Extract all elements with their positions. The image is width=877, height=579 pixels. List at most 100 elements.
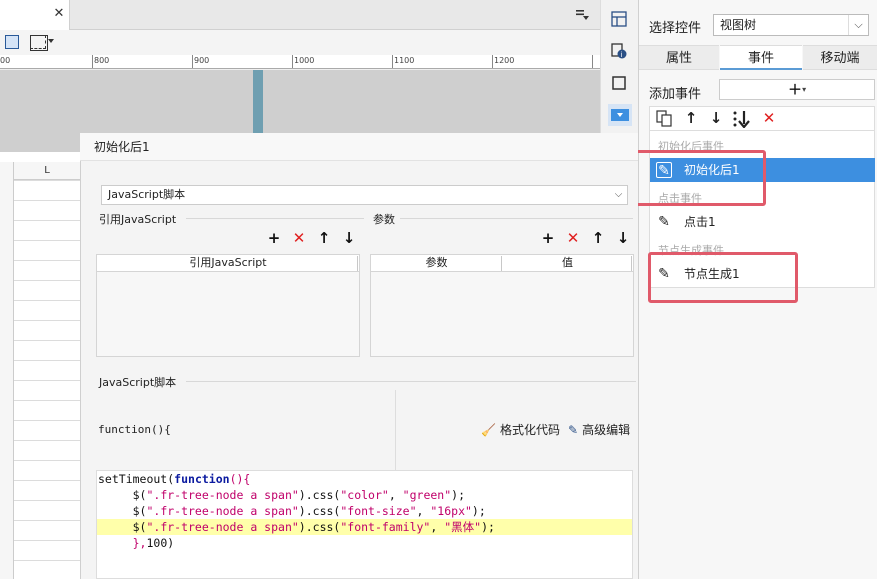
code-token: "黑体" bbox=[444, 520, 482, 534]
chevron-down-icon[interactable]: ⌵ bbox=[848, 15, 868, 35]
frame-icon[interactable] bbox=[611, 75, 627, 91]
event-type-select[interactable]: JavaScript脚本 bbox=[101, 185, 628, 205]
code-line[interactable]: $(".fr-tree-node a span").css("color", "… bbox=[97, 487, 632, 503]
delete-icon[interactable]: ✕ bbox=[565, 230, 581, 246]
delete-icon[interactable]: ✕ bbox=[291, 230, 307, 246]
code-token: function bbox=[174, 472, 230, 486]
tab-bar bbox=[0, 0, 600, 30]
widget-select[interactable]: 视图树 bbox=[713, 14, 869, 36]
add-event-label: 添加事件 bbox=[649, 87, 702, 102]
ref-js-table[interactable]: 引用JavaScript bbox=[96, 254, 360, 357]
widget-info-icon[interactable]: i bbox=[611, 43, 627, 59]
arrow-up-icon[interactable]: ↑ bbox=[316, 230, 332, 246]
close-icon[interactable]: ✕ bbox=[52, 7, 66, 21]
event-item-label: 点击1 bbox=[684, 215, 716, 229]
param-section-title: 参数 bbox=[373, 213, 395, 226]
code-token: , bbox=[430, 520, 445, 534]
code-line[interactable]: $(".fr-tree-node a span").css("font-size… bbox=[97, 503, 632, 519]
code-token: "16px" bbox=[430, 504, 472, 518]
border-icon[interactable] bbox=[30, 35, 48, 51]
code-token: "color" bbox=[340, 488, 389, 502]
select-widget-label: 选择控件 bbox=[649, 21, 702, 36]
script-section-title: JavaScript脚本 bbox=[99, 376, 177, 389]
ruler-label: 800 bbox=[94, 56, 110, 65]
arrow-down-icon[interactable]: ↓ bbox=[707, 109, 725, 127]
edit-icon: ✎ bbox=[568, 423, 579, 437]
arrow-down-icon[interactable]: ↓ bbox=[341, 230, 357, 246]
code-token: ".fr-tree-node a span" bbox=[146, 488, 299, 502]
delete-icon[interactable]: ✕ bbox=[760, 109, 778, 127]
ruler-label: 1100 bbox=[394, 56, 415, 65]
code-token: 100) bbox=[146, 536, 175, 550]
chevron-down-icon[interactable]: ⌵ bbox=[610, 186, 627, 204]
tab-properties[interactable]: 属性 bbox=[639, 45, 719, 70]
dialog-title: 初始化后1 bbox=[80, 133, 638, 161]
broom-icon: 🧹 bbox=[481, 423, 496, 437]
move-bottom-icon[interactable] bbox=[732, 110, 752, 128]
code-token: }, bbox=[98, 536, 147, 550]
canvas-column-marker bbox=[253, 70, 263, 133]
tab-mobile[interactable]: 移动端 bbox=[803, 45, 877, 70]
code-line[interactable]: $(".fr-tree-node a span").css("font-fami… bbox=[97, 519, 632, 535]
chevron-down-icon: ▾ bbox=[802, 85, 807, 94]
tab-menu-icon[interactable] bbox=[574, 8, 590, 22]
code-line[interactable]: },100) bbox=[97, 535, 632, 551]
copy-icon[interactable] bbox=[656, 110, 673, 127]
advanced-edit-button[interactable]: ✎ 高级编辑 bbox=[568, 421, 630, 438]
code-token: $( bbox=[98, 488, 147, 502]
code-token: ".fr-tree-node a span" bbox=[146, 504, 299, 518]
arrow-up-icon[interactable]: ↑ bbox=[590, 230, 606, 246]
chevron-down-icon[interactable] bbox=[48, 39, 54, 43]
plus-icon: + bbox=[787, 79, 803, 100]
dropdown-widget-icon[interactable] bbox=[608, 104, 632, 126]
add-icon[interactable]: + bbox=[540, 230, 556, 246]
param-table[interactable]: 参数 值 bbox=[370, 254, 634, 357]
ruler-label: 00 bbox=[0, 56, 11, 65]
event-item-click[interactable]: ✎ 点击1 bbox=[650, 210, 875, 234]
edit-icon[interactable]: ✎ bbox=[656, 214, 672, 230]
code-token: ); bbox=[481, 520, 495, 534]
code-token: (){ bbox=[229, 472, 251, 486]
format-code-button[interactable]: 🧹 格式化代码 bbox=[481, 421, 560, 438]
arrow-down-icon[interactable]: ↓ bbox=[615, 230, 631, 246]
arrow-up-icon[interactable]: ↑ bbox=[682, 109, 700, 127]
ruler-label: 1000 bbox=[294, 56, 315, 65]
add-event-button[interactable]: +▾ bbox=[719, 79, 875, 100]
code-token: "green" bbox=[402, 488, 452, 502]
column-header: 引用JavaScript bbox=[97, 255, 359, 272]
row-header bbox=[0, 162, 14, 579]
code-token: $( bbox=[98, 504, 147, 518]
code-token: ".fr-tree-node a span" bbox=[146, 520, 299, 534]
tab-events[interactable]: 事件 bbox=[720, 45, 802, 70]
code-token: , bbox=[388, 488, 403, 502]
layout-icon[interactable] bbox=[611, 11, 627, 27]
column-header: 参数 bbox=[371, 255, 502, 272]
column-header: 值 bbox=[502, 255, 633, 272]
ref-js-section-title: 引用JavaScript bbox=[99, 213, 177, 226]
ruler-label: 900 bbox=[194, 56, 210, 65]
format-toolbar bbox=[0, 30, 600, 55]
svg-text:i: i bbox=[621, 51, 623, 59]
code-token: , bbox=[416, 504, 431, 518]
advanced-edit-label: 高级编辑 bbox=[582, 423, 631, 437]
column-header[interactable]: L bbox=[14, 162, 80, 180]
code-editor[interactable]: setTimeout(function(){ $(".fr-tree-node … bbox=[96, 470, 633, 579]
code-token: "font-size" bbox=[340, 504, 417, 518]
code-token: setTimeout( bbox=[98, 472, 175, 486]
code-token: ).css( bbox=[298, 488, 341, 502]
horizontal-ruler: 00 800 900 1000 1100 1200 bbox=[0, 55, 600, 69]
add-icon[interactable]: + bbox=[266, 230, 282, 246]
code-token: $( bbox=[98, 520, 147, 534]
code-token: "font-family" bbox=[340, 520, 431, 534]
ruler-label: 1200 bbox=[494, 56, 515, 65]
function-signature: function(){ bbox=[98, 423, 171, 436]
code-token: ).css( bbox=[298, 520, 341, 534]
annotation-highlight-box bbox=[622, 150, 766, 206]
format-code-label: 格式化代码 bbox=[499, 423, 560, 437]
annotation-highlight-box bbox=[648, 252, 798, 303]
code-token: ).css( bbox=[298, 504, 341, 518]
grid-icon[interactable] bbox=[5, 35, 19, 49]
code-token: ); bbox=[471, 504, 486, 518]
code-token: ); bbox=[451, 488, 465, 502]
code-line[interactable]: setTimeout(function(){ bbox=[97, 471, 632, 487]
